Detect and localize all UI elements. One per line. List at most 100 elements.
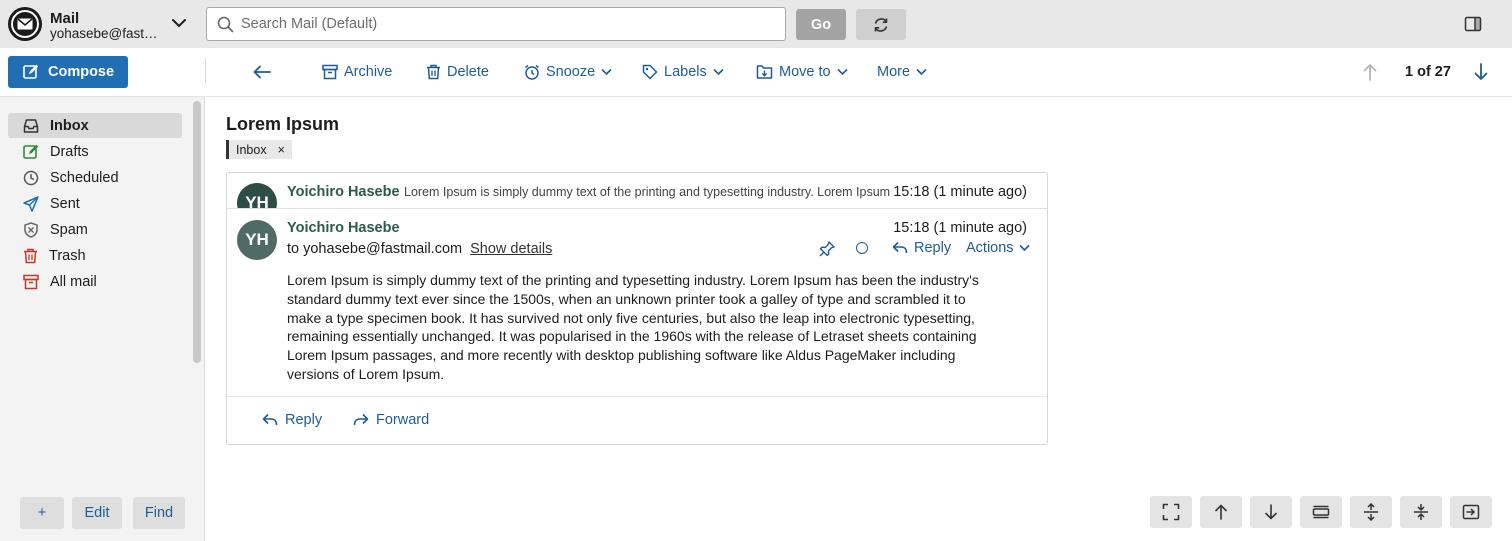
paper-plane-icon <box>23 195 39 212</box>
reply-label: Reply <box>285 412 323 428</box>
collapse-vertical-icon <box>1412 503 1430 521</box>
previous-message-button[interactable] <box>1362 62 1378 82</box>
account-email[interactable]: yohasebe@fastmail.com <box>50 26 168 41</box>
view-mode-icon <box>1312 505 1330 519</box>
show-details-link[interactable]: Show details <box>470 241 552 257</box>
sidebar-item-label: Drafts <box>50 143 89 160</box>
thread-subject: Lorem Ipsum <box>226 114 340 134</box>
arrow-down-icon <box>1473 63 1489 81</box>
sidebar-item-trash[interactable]: Trash <box>8 243 182 268</box>
message-counter: 1 of 27 <box>1405 64 1451 80</box>
delete-button[interactable]: Delete <box>426 62 489 82</box>
next-message-button[interactable] <box>1473 62 1489 82</box>
reply-button[interactable]: Reply <box>892 240 951 256</box>
tag-icon <box>642 64 658 80</box>
top-bar: Mail yohasebe@fastmail.com Go <box>0 0 1512 48</box>
trash-icon <box>426 64 441 80</box>
sidebar-item-label: Trash <box>49 247 86 264</box>
back-button[interactable] <box>253 62 271 82</box>
unread-toggle-icon[interactable] <box>856 242 868 254</box>
sidebar-item-drafts[interactable]: Drafts <box>8 139 182 164</box>
sidebar-item-spam[interactable]: Spam <box>8 217 182 242</box>
refresh-icon <box>872 16 890 34</box>
add-folder-button[interactable]: + <box>20 497 64 529</box>
close-icon[interactable]: × <box>278 143 285 157</box>
reading-pane-toggle-icon[interactable] <box>1464 15 1482 33</box>
message-footer: Reply Forward <box>227 396 1047 444</box>
expand-all-button[interactable] <box>1350 496 1392 528</box>
message-body: Lorem Ipsum is simply dummy text of the … <box>287 272 979 382</box>
app-name[interactable]: Mail <box>50 10 79 27</box>
avatar: YH <box>237 220 277 260</box>
move-folder-icon <box>756 64 773 80</box>
chevron-down-icon <box>837 68 848 76</box>
sender-name: Yoichiro Hasebe <box>287 184 400 200</box>
sidebar-item-label: Inbox <box>50 117 89 134</box>
exit-message-button[interactable] <box>1450 496 1492 528</box>
delete-label: Delete <box>447 64 489 80</box>
archive-button[interactable]: Archive <box>322 62 392 82</box>
sidebar-item-scheduled[interactable]: Scheduled <box>8 165 182 190</box>
footer-forward-button[interactable]: Forward <box>353 412 429 428</box>
compose-icon <box>23 64 39 80</box>
chevron-down-icon <box>1018 244 1030 252</box>
label-chip[interactable]: Inbox × <box>226 140 292 159</box>
sidebar-item-all-mail[interactable]: All mail <box>8 269 182 294</box>
actions-label: Actions <box>966 240 1014 256</box>
labels-button[interactable]: Labels <box>642 62 724 82</box>
shield-icon <box>23 221 39 238</box>
forward-icon <box>353 413 369 427</box>
search-box[interactable] <box>206 7 786 41</box>
inbox-icon <box>23 118 39 134</box>
actions-menu-button[interactable]: Actions <box>966 240 1030 256</box>
sidebar-item-label: Spam <box>50 221 88 238</box>
collapse-all-button[interactable] <box>1400 496 1442 528</box>
sidebar-item-sent[interactable]: Sent <box>8 191 182 216</box>
more-button[interactable]: More <box>877 62 927 82</box>
scroll-down-button[interactable] <box>1250 496 1292 528</box>
mail-logo-icon[interactable] <box>8 7 42 41</box>
archive-label: Archive <box>344 64 393 80</box>
sidebar-item-label: Sent <box>50 195 80 212</box>
exit-icon <box>1462 504 1480 520</box>
search-icon <box>217 16 234 33</box>
forward-label: Forward <box>376 412 430 428</box>
trash-icon <box>23 248 38 264</box>
message-view: Lorem Ipsum Inbox × YH Yoichiro Hasebe L… <box>206 97 1512 541</box>
fullscreen-button[interactable] <box>1150 496 1192 528</box>
toggle-view-button[interactable] <box>1300 496 1342 528</box>
recipient: to yohasebe@fastmail.com <box>287 241 463 257</box>
chevron-down-icon[interactable] <box>171 15 187 31</box>
edit-button[interactable]: Edit <box>72 497 122 529</box>
sidebar-scrollbar[interactable] <box>193 101 201 363</box>
recipient-line: to yohasebe@fastmail.com Show details <box>287 241 552 257</box>
compose-button[interactable]: Compose <box>8 56 128 88</box>
refresh-button[interactable] <box>856 9 906 40</box>
alarm-clock-icon <box>524 64 540 80</box>
chevron-down-icon <box>916 68 927 76</box>
expand-vertical-icon <box>1362 503 1380 521</box>
footer-reply-button[interactable]: Reply <box>262 412 322 428</box>
move-to-label: Move to <box>779 64 831 80</box>
find-button[interactable]: Find <box>133 497 185 529</box>
move-to-button[interactable]: Move to <box>756 62 848 82</box>
sidebar-item-label: All mail <box>50 273 97 290</box>
snooze-button[interactable]: Snooze <box>524 62 612 82</box>
scroll-up-button[interactable] <box>1200 496 1242 528</box>
sidebar-item-inbox[interactable]: Inbox <box>8 113 182 138</box>
compose-label: Compose <box>48 64 115 80</box>
message-time: 15:18 (1 minute ago) <box>893 184 1027 200</box>
sender-name[interactable]: Yoichiro Hasebe <box>287 220 400 236</box>
go-button[interactable]: Go <box>796 9 846 40</box>
sidebar-item-label: Scheduled <box>50 169 119 186</box>
label-chip-text: Inbox <box>236 142 267 157</box>
search-input[interactable] <box>241 8 771 40</box>
pin-icon[interactable] <box>819 241 835 257</box>
reply-label: Reply <box>914 240 952 256</box>
labels-label: Labels <box>664 64 707 80</box>
arrow-up-icon <box>1362 63 1378 81</box>
toolbar-divider <box>205 58 206 84</box>
collapsed-message[interactable]: YH Yoichiro Hasebe Lorem Ipsum is simply… <box>227 173 1047 209</box>
message-toolbar: Compose Archive Delete Snooze Labels Mov… <box>0 48 1512 97</box>
message-time: 15:18 (1 minute ago) <box>893 220 1027 236</box>
